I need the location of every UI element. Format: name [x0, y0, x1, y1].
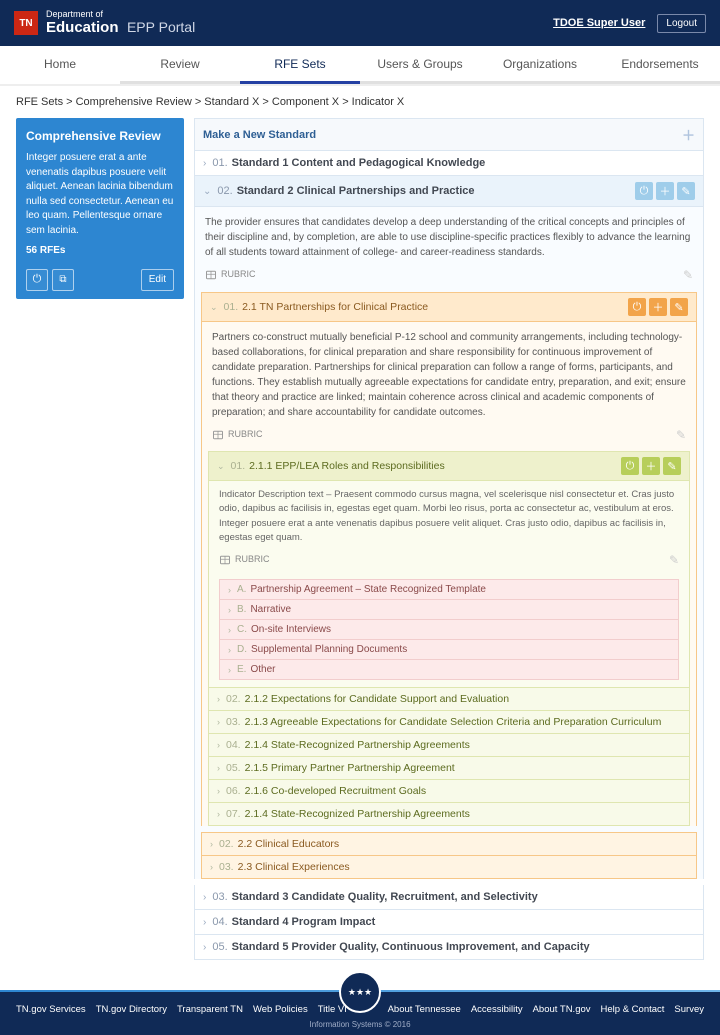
standard-3-row[interactable]: ›03.Standard 3 Candidate Quality, Recrui… — [194, 885, 704, 910]
footer-meta: Information Systems © 2016 — [16, 1020, 704, 1029]
tn-logo: TN — [14, 11, 38, 35]
indicator-2-1-1-row[interactable]: ⌄ 01. 2.1.1 EPP/LEA Roles and Responsibi… — [208, 451, 690, 481]
power-icon[interactable]: ⏻ — [628, 298, 646, 316]
rubric-icon — [212, 429, 224, 441]
power-icon[interactable]: ⏻ — [621, 457, 639, 475]
tab-organizations[interactable]: Organizations — [480, 46, 600, 84]
item-d-row[interactable]: ›D.Supplemental Planning Documents — [219, 639, 679, 660]
edit-icon[interactable]: ✎ — [677, 182, 695, 200]
tab-rfe-sets[interactable]: RFE Sets — [240, 46, 360, 84]
footer-link[interactable]: Web Policies — [253, 1004, 308, 1015]
tab-users-groups[interactable]: Users & Groups — [360, 46, 480, 84]
chevron-down-icon: ⌄ — [217, 461, 225, 472]
dept-label: Department of — [46, 10, 195, 19]
topbar: TN Department of Education EPP Portal TD… — [0, 0, 720, 46]
edit-icon[interactable]: ✎ — [670, 298, 688, 316]
sidebar-card: Comprehensive Review Integer posuere era… — [16, 118, 184, 299]
plus-icon[interactable]: ＋ — [656, 182, 674, 200]
tab-home[interactable]: Home — [0, 46, 120, 84]
logout-button[interactable]: Logout — [657, 14, 706, 33]
indicator-2-1-3-row[interactable]: ›03.2.1.3 Agreeable Expectations for Can… — [208, 710, 690, 734]
footer-link[interactable]: TN.gov Services — [16, 1004, 86, 1015]
edit-button[interactable]: Edit — [141, 269, 174, 291]
footer-link[interactable]: TN.gov Directory — [96, 1004, 167, 1015]
indicator-2-1-7-row[interactable]: ›07.2.1.4 State-Recognized Partnership A… — [208, 802, 690, 826]
footer-link[interactable]: Accessibility — [471, 1004, 523, 1015]
indicator-2-1-5-row[interactable]: ›05.2.1.5 Primary Partner Partnership Ag… — [208, 756, 690, 780]
copy-icon[interactable]: ⧉ — [52, 269, 74, 291]
tab-review[interactable]: Review — [120, 46, 240, 84]
footer-link[interactable]: Help & Contact — [601, 1004, 665, 1015]
standard-2-desc: The provider ensures that candidates dev… — [194, 207, 704, 292]
sidebar-body: Integer posuere erat a ante venenatis da… — [26, 151, 174, 238]
portal-label: EPP Portal — [127, 19, 195, 35]
indicator-2-1-6-row[interactable]: ›06.2.1.6 Co-developed Recruitment Goals — [208, 779, 690, 803]
sidebar-title: Comprehensive Review — [26, 128, 174, 145]
standard-4-row[interactable]: ›04.Standard 4 Program Impact — [194, 910, 704, 935]
indicator-2-1-1-desc: Indicator Description text – Praesent co… — [208, 481, 690, 576]
rubric-icon — [205, 269, 217, 281]
component-2-2-row[interactable]: ›02.2.2 Clinical Educators — [201, 832, 697, 856]
power-icon[interactable]: ⏻ — [26, 269, 48, 291]
education-label: Education — [46, 19, 119, 36]
item-a-row[interactable]: ›A.Partnership Agreement – State Recogni… — [219, 579, 679, 600]
footer-link[interactable]: About TN.gov — [533, 1004, 591, 1015]
make-new-standard[interactable]: Make a New Standard ＋ — [194, 118, 704, 151]
chevron-right-icon: › — [203, 158, 206, 169]
footer: ★★★ TN.gov Services TN.gov Directory Tra… — [0, 992, 720, 1035]
standard-1-row[interactable]: › 01. Standard 1 Content and Pedagogical… — [194, 151, 704, 176]
item-c-row[interactable]: ›C.On-site Interviews — [219, 619, 679, 640]
footer-link[interactable]: Transparent TN — [177, 1004, 243, 1015]
footer-link[interactable]: Title VI — [318, 1004, 347, 1015]
footer-link[interactable]: About Tennessee — [388, 1004, 461, 1015]
user-link[interactable]: TDOE Super User — [553, 17, 645, 29]
component-2-3-row[interactable]: ›03.2.3 Clinical Experiences — [201, 855, 697, 879]
item-e-row[interactable]: ›E.Other — [219, 659, 679, 680]
power-icon[interactable]: ⏻ — [635, 182, 653, 200]
breadcrumb: RFE Sets > Comprehensive Review > Standa… — [0, 86, 720, 118]
state-seal-icon: ★★★ — [339, 971, 381, 1013]
component-2-1-row[interactable]: ⌄ 01. 2.1 TN Partnerships for Clinical P… — [201, 292, 697, 322]
plus-icon[interactable]: ＋ — [642, 457, 660, 475]
indicator-2-1-4-row[interactable]: ›04.2.1.4 State-Recognized Partnership A… — [208, 733, 690, 757]
rubric-icon — [219, 554, 231, 566]
pencil-icon[interactable]: ✎ — [669, 551, 679, 569]
standard-5-row[interactable]: ›05.Standard 5 Provider Quality, Continu… — [194, 935, 704, 960]
plus-icon[interactable]: ＋ — [649, 298, 667, 316]
sidebar-rfes: 56 RFEs — [26, 244, 174, 259]
chevron-down-icon: ⌄ — [210, 302, 218, 313]
main-tabs: Home Review RFE Sets Users & Groups Orga… — [0, 46, 720, 86]
brand: Department of Education EPP Portal — [46, 10, 195, 37]
component-2-1-desc: Partners co-construct mutually beneficia… — [201, 322, 697, 452]
pencil-icon[interactable]: ✎ — [683, 266, 693, 284]
edit-icon[interactable]: ✎ — [663, 457, 681, 475]
plus-icon[interactable]: ＋ — [682, 125, 695, 144]
pencil-icon[interactable]: ✎ — [676, 426, 686, 444]
tab-endorsements[interactable]: Endorsements — [600, 46, 720, 84]
standard-2-row[interactable]: ⌄ 02. Standard 2 Clinical Partnerships a… — [194, 176, 704, 207]
item-b-row[interactable]: ›B.Narrative — [219, 599, 679, 620]
footer-link[interactable]: Survey — [674, 1004, 704, 1015]
indicator-2-1-2-row[interactable]: ›02.2.1.2 Expectations for Candidate Sup… — [208, 687, 690, 711]
chevron-down-icon: ⌄ — [203, 186, 211, 197]
